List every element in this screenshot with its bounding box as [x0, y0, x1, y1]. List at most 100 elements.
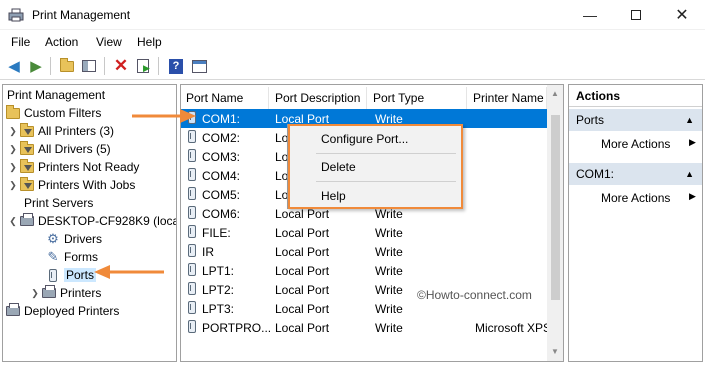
scroll-down-arrow-icon[interactable]: ▼	[551, 347, 559, 356]
tree-item-label: DESKTOP-CF928K9 (loca	[38, 214, 177, 228]
back-arrow-icon[interactable]: ◀	[5, 57, 23, 75]
submenu-arrow-icon: ▶	[689, 191, 696, 201]
close-button[interactable]: ✕	[659, 0, 705, 30]
port-icon	[45, 267, 61, 283]
forward-arrow-icon[interactable]: ▶	[27, 57, 45, 75]
table-row[interactable]: IR Local Port Write	[181, 242, 547, 261]
collapse-chevron-icon[interactable]: ❮	[7, 216, 19, 227]
forms-icon: ✎	[47, 249, 59, 264]
tree-item-forms[interactable]: ✎ Forms	[45, 248, 98, 266]
show-hide-tree-icon[interactable]	[80, 57, 98, 75]
column-header-port-name[interactable]: Port Name	[181, 87, 269, 109]
more-actions-ports[interactable]: More Actions ▶	[601, 137, 696, 151]
port-name-cell: LPT1:	[202, 264, 235, 278]
column-header-printer-name[interactable]: Printer Name	[468, 87, 547, 109]
tree-item-all-printers[interactable]: ❯ All Printers (3)	[7, 122, 114, 140]
tree-item-ports[interactable]: Ports	[45, 266, 97, 284]
actions-section-com1[interactable]: COM1: ▲	[569, 163, 702, 185]
minimize-button[interactable]: —	[567, 0, 613, 30]
port-description-cell: Local Port	[275, 264, 330, 278]
tree-item-desktop-server[interactable]: ❮ DESKTOP-CF928K9 (loca	[7, 212, 177, 230]
tree-item-all-drivers[interactable]: ❯ All Drivers (5)	[7, 140, 111, 158]
tree-item-printers[interactable]: ❯ Printers	[29, 284, 101, 302]
port-icon	[188, 320, 196, 336]
collapse-up-icon[interactable]: ▲	[685, 169, 694, 179]
vertical-scrollbar[interactable]: ▲ ▼	[547, 85, 563, 361]
port-icon	[188, 263, 196, 279]
port-type-cell: Write	[375, 302, 403, 316]
port-icon	[188, 168, 196, 184]
menu-item-delete[interactable]: Delete	[321, 160, 356, 174]
menu-help[interactable]: Help	[137, 35, 162, 49]
port-name-cell: IR	[202, 245, 214, 259]
delete-x-icon[interactable]: ✕	[112, 56, 130, 75]
actions-title-label: Actions	[576, 88, 621, 103]
maximize-icon	[631, 10, 641, 20]
menu-separator	[316, 181, 456, 182]
menu-item-configure-port[interactable]: Configure Port...	[321, 132, 408, 146]
expand-chevron-icon[interactable]: ❯	[7, 144, 19, 155]
expand-chevron-icon[interactable]: ❯	[7, 180, 19, 191]
column-header-port-type[interactable]: Port Type	[368, 87, 467, 109]
section-title: Ports	[576, 113, 605, 127]
expand-chevron-icon[interactable]: ❯	[29, 288, 41, 299]
scroll-up-arrow-icon[interactable]: ▲	[551, 89, 559, 98]
maximize-button[interactable]	[613, 0, 659, 30]
port-type-cell: Write	[375, 321, 403, 335]
export-list-icon[interactable]: ▶	[134, 57, 152, 75]
port-type-cell: Write	[375, 283, 403, 297]
more-actions-com1[interactable]: More Actions ▶	[601, 191, 696, 205]
tree-item-custom-filters[interactable]: Custom Filters	[5, 104, 101, 122]
navigation-tree: Print Management Custom Filters ❯ All Pr…	[2, 84, 177, 362]
column-header-port-description[interactable]: Port Description	[270, 87, 367, 109]
properties-icon[interactable]	[190, 57, 208, 75]
column-header-label: Port Name	[186, 91, 244, 105]
port-name-cell: COM4:	[202, 169, 241, 183]
collapse-up-icon[interactable]: ▲	[685, 115, 694, 125]
expand-chevron-icon[interactable]: ❯	[7, 126, 19, 137]
up-folder-icon[interactable]	[58, 57, 76, 75]
title-bar: Print Management — ✕	[0, 0, 705, 30]
help-icon[interactable]: ?	[167, 57, 185, 75]
actions-title: Actions	[569, 85, 702, 107]
port-name-cell: LPT3:	[202, 302, 235, 316]
tree-item-printers-not-ready[interactable]: ❯ Printers Not Ready	[7, 158, 139, 176]
filter-folder-icon	[19, 176, 35, 193]
port-icon	[188, 301, 196, 317]
scrollbar-thumb[interactable]	[551, 115, 560, 300]
port-icon	[188, 149, 196, 165]
menu-item-help[interactable]: Help	[321, 189, 346, 203]
port-name-cell: COM3:	[202, 150, 241, 164]
port-icon	[188, 187, 196, 203]
tree-item-label: Printers	[60, 286, 102, 300]
tree-item-deployed-printers[interactable]: Deployed Printers	[5, 302, 119, 320]
context-menu: Configure Port... Delete Help	[287, 124, 463, 209]
printer-name-cell: Microsoft XPS	[475, 321, 547, 335]
annotation-arrow-icon	[94, 265, 164, 279]
table-row[interactable]: FILE: Local Port Write	[181, 223, 547, 242]
expand-chevron-icon[interactable]: ❯	[7, 162, 19, 173]
port-description-cell: Local Port	[275, 283, 330, 297]
actions-section-ports[interactable]: Ports ▲	[569, 109, 702, 131]
tree-item-label: Deployed Printers	[24, 304, 120, 318]
drivers-gear-icon: ⚙	[47, 231, 59, 246]
menu-view[interactable]: View	[96, 35, 122, 49]
tree-root-print-management[interactable]: Print Management	[7, 86, 105, 104]
port-type-cell: Write	[375, 226, 403, 240]
port-icon	[188, 244, 196, 260]
tree-item-print-servers[interactable]: Print Servers	[7, 194, 93, 212]
table-row[interactable]: PORTPRO... Local Port Write Microsoft XP…	[181, 318, 547, 337]
menu-action[interactable]: Action	[45, 35, 78, 49]
tree-item-drivers[interactable]: ⚙ Drivers	[45, 230, 102, 248]
table-row[interactable]: LPT1: Local Port Write	[181, 261, 547, 280]
tree-item-label: All Drivers (5)	[38, 142, 111, 156]
tree-item-printers-with-jobs[interactable]: ❯ Printers With Jobs	[7, 176, 135, 194]
toolbar-separator	[158, 57, 159, 75]
port-icon	[188, 225, 196, 241]
port-icon	[188, 130, 196, 146]
tree-item-label: Printers With Jobs	[38, 178, 136, 192]
menu-file[interactable]: File	[11, 35, 30, 49]
printer-icon	[5, 303, 21, 319]
toolbar: ◀ ▶ ✕ ▶ ?	[0, 52, 705, 80]
minimize-icon: —	[583, 7, 597, 23]
